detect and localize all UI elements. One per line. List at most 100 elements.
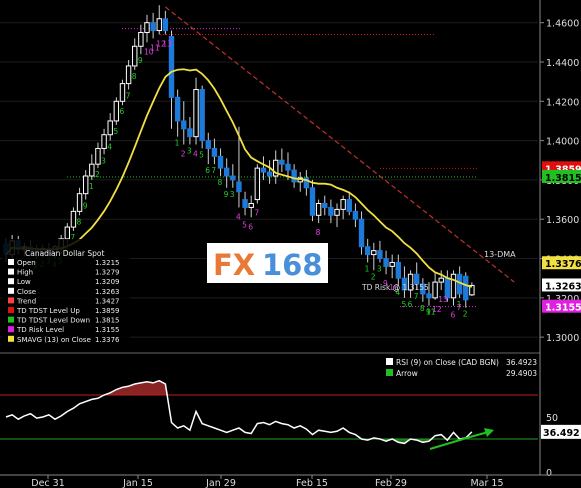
legend-swatch <box>8 297 14 304</box>
candle-body <box>82 175 89 195</box>
candle-body <box>395 261 402 279</box>
watermark-part1: FX <box>213 248 255 282</box>
legend-swatch <box>8 316 14 323</box>
td-count: 5 <box>113 127 118 136</box>
candle-body <box>432 281 438 299</box>
legend-value: 1.3155 <box>95 326 120 334</box>
candle-body <box>389 261 395 267</box>
legend-value: 1.3209 <box>95 278 120 286</box>
legend-label: TD TDST Level Down <box>16 317 90 325</box>
rsi-value-tag-label: 36.492 <box>543 428 580 439</box>
td-count: 4 <box>236 212 241 221</box>
price-tick-label: 1.4600 <box>546 19 579 30</box>
candle-body <box>223 167 230 177</box>
rsi-legend-swatch <box>386 358 393 365</box>
td-count: 4 <box>193 150 198 159</box>
candle-body <box>181 120 187 130</box>
legend-label: Close <box>17 288 36 296</box>
td-count: 3 <box>230 190 235 199</box>
td-count: 8 <box>316 228 321 237</box>
td-count: 6 <box>408 300 413 309</box>
chart-canvas: 1234567891234567891011121312345678934567… <box>0 0 581 488</box>
td-count: 8 <box>218 178 223 187</box>
td-count: 6 <box>119 107 124 116</box>
td-count: 5 <box>199 150 204 159</box>
td-count: 4 <box>107 143 112 152</box>
td-count: 2 <box>181 150 186 159</box>
price-tag-label: 1.3155 <box>545 303 581 314</box>
candle-body <box>463 275 469 301</box>
price-tick-label: 1.3600 <box>546 215 579 226</box>
candle-body <box>371 250 377 256</box>
price-tick-label: 1.4400 <box>546 58 579 69</box>
candle-body <box>113 100 120 122</box>
legend-swatch <box>8 326 14 333</box>
price-tick-label: 1.4000 <box>546 137 579 148</box>
candle-body <box>450 273 457 299</box>
candle-body <box>95 147 101 165</box>
price-tag-label: 1.3263 <box>545 281 581 292</box>
candle-body <box>211 147 218 157</box>
candle-body <box>322 202 328 208</box>
td-count: 8 <box>132 72 137 81</box>
x-tick-label: Feb 29 <box>375 478 407 488</box>
legend-value: 1.3815 <box>95 317 120 325</box>
legend-swatch <box>8 268 14 275</box>
legend-label: High <box>17 269 33 277</box>
candle-body <box>340 199 346 210</box>
x-tick-label: Jan 15 <box>122 478 153 488</box>
legend-swatch <box>8 259 14 265</box>
td-count: 9 <box>138 56 143 65</box>
candle-body <box>138 32 144 47</box>
legend-swatch <box>8 287 14 294</box>
arrow-legend-label: Arrow <box>396 369 418 378</box>
candle-body <box>328 206 334 216</box>
legend-value: 1.3859 <box>95 307 120 315</box>
candle-body <box>156 18 162 32</box>
td-count: 13 <box>162 39 172 48</box>
legend-label: SMAVG (13) on Close <box>17 336 91 344</box>
candle-body <box>70 210 77 228</box>
legend-label: Open <box>17 259 36 267</box>
candle-body <box>279 159 285 165</box>
candle-body <box>89 163 95 177</box>
legend-swatch <box>8 335 14 342</box>
legend-value: 1.3376 <box>95 336 120 344</box>
candle-body <box>309 187 316 216</box>
candle-body <box>285 163 291 171</box>
legend-title: Canadian Dollar Spot <box>25 249 104 258</box>
candle-body <box>266 171 273 177</box>
td-count: 12 <box>432 305 442 314</box>
td-count: 2 <box>371 272 376 281</box>
candle-body <box>150 22 156 32</box>
legend-label: TD TDST Level Up <box>16 307 80 315</box>
price-tag-label: 1.3376 <box>545 259 581 270</box>
rsi-tick-label: 0 <box>546 468 552 479</box>
candle-body <box>101 134 107 149</box>
watermark-logo: FX 168 <box>207 243 328 283</box>
td-count: 2 <box>463 310 468 319</box>
td-count: 3 <box>101 156 106 165</box>
td-count: 6 <box>205 166 210 175</box>
candle-body <box>358 218 365 248</box>
td-count: 5 <box>401 300 406 309</box>
candle-body <box>76 193 83 212</box>
candle-body <box>64 226 70 240</box>
candle-body <box>438 277 444 283</box>
candle-body <box>291 169 297 183</box>
candle-body <box>364 246 371 256</box>
x-tick-label: Mar 15 <box>470 478 503 488</box>
x-tick-label: Jan 29 <box>205 478 236 488</box>
candle-body <box>346 199 352 212</box>
candle-body <box>107 120 113 136</box>
td-count: 2 <box>95 170 100 179</box>
legend-value: 1.3263 <box>95 288 120 296</box>
candle-body <box>377 250 383 260</box>
rsi-legend-label: RSI (9) on Close (CAD BGN) <box>396 358 499 367</box>
rsi-legend-value: 36.4923 <box>506 358 537 367</box>
candle-body <box>162 18 169 32</box>
candle-body <box>426 293 432 299</box>
candle-body <box>217 155 224 169</box>
legend-value: 1.3427 <box>95 297 120 305</box>
candle-body <box>193 89 199 138</box>
